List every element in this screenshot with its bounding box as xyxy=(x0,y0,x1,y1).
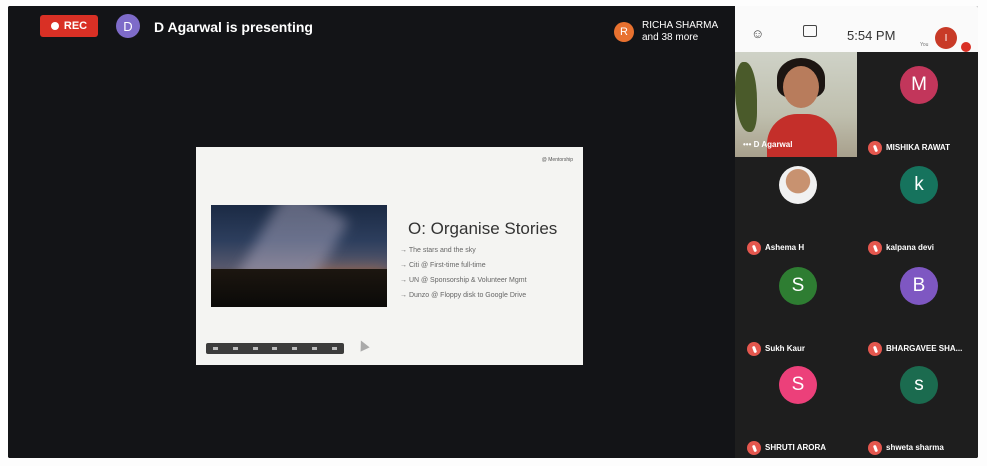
zoom-icon[interactable] xyxy=(311,347,317,350)
slide-image xyxy=(211,205,387,307)
slide-title: O: Organise Stories xyxy=(408,219,558,238)
participant-name: MISHIKA RAWAT xyxy=(886,143,950,152)
chat-icon[interactable] xyxy=(803,25,817,37)
clock: 5:54 PM xyxy=(847,28,896,43)
avatar: S xyxy=(779,267,817,305)
participant-more: and 38 more xyxy=(642,32,699,43)
slide-toolbar[interactable] xyxy=(206,343,344,354)
avatar: B xyxy=(900,267,938,305)
participant-tile[interactable]: B BHARGAVEE SHA... xyxy=(859,259,978,359)
participant-avatar[interactable]: R xyxy=(614,22,634,42)
mic-off-icon xyxy=(868,441,882,455)
recording-badge: REC xyxy=(40,15,98,37)
presenter-avatar: D xyxy=(116,14,140,38)
record-dot-icon xyxy=(50,22,59,30)
avatar: M xyxy=(900,66,938,104)
plant xyxy=(735,62,757,132)
meeting-screen: REC D D Agarwal is presenting R RICHA SH… xyxy=(8,6,978,458)
avatar: S xyxy=(779,366,817,404)
pen-icon[interactable] xyxy=(252,347,258,350)
presenting-label: D Agarwal is presenting xyxy=(154,19,313,35)
prev-slide-icon[interactable] xyxy=(213,347,219,350)
mic-off-icon xyxy=(868,141,882,155)
participant-tile[interactable]: S SHRUTI ARORA xyxy=(738,358,858,458)
slide-brand: @ Mentorship xyxy=(541,157,573,163)
mic-off-icon xyxy=(868,241,882,255)
avatar: s xyxy=(900,366,938,404)
participant-tile[interactable]: s shweta sharma xyxy=(859,358,978,458)
mouse-cursor-icon xyxy=(356,338,370,352)
slide-bullet: → Citi @ First-time full-time xyxy=(400,262,486,269)
recording-label: REC xyxy=(63,20,88,32)
mic-off-icon xyxy=(747,241,761,255)
mic-off-icon xyxy=(868,342,882,356)
self-avatar[interactable]: I xyxy=(935,27,957,49)
shoulders xyxy=(767,114,837,157)
participant-name: Sukh Kaur xyxy=(765,344,806,353)
more-options-icon[interactable] xyxy=(331,347,337,350)
top-bar: REC D D Agarwal is presenting R RICHA SH… xyxy=(8,6,735,52)
participant-name: SHRUTI ARORA xyxy=(765,443,827,452)
avatar xyxy=(779,166,817,204)
mic-off-icon xyxy=(747,441,761,455)
next-slide-icon[interactable] xyxy=(233,347,239,350)
participants-summary[interactable]: RICHA SHARMA and 38 more xyxy=(642,20,718,44)
participant-name: Ashema H xyxy=(765,243,805,252)
participant-name: shweta sharma xyxy=(886,443,944,452)
shared-slide: @ Mentorship O: Organise Stories → The s… xyxy=(196,147,583,365)
face xyxy=(783,66,819,108)
call-controls: ☺ 5:54 PM You I xyxy=(735,6,978,52)
participant-tile[interactable]: S Sukh Kaur xyxy=(738,259,858,359)
eraser-icon[interactable] xyxy=(292,347,298,350)
participant-tile[interactable]: Ashema H xyxy=(738,158,858,258)
notification-badge-icon xyxy=(961,42,971,52)
participant-name: BHARGAVEE SHA... xyxy=(886,344,963,353)
slide-bullet: → Dunzo @ Floppy disk to Google Drive xyxy=(400,292,527,299)
people-icon[interactable]: ☺ xyxy=(751,26,764,41)
participants-panel: ☺ 5:54 PM You I ••• D Agarwal M MISHIKA … xyxy=(735,6,978,458)
participant-name: RICHA SHARMA xyxy=(642,20,719,31)
presentation-stage: REC D D Agarwal is presenting R RICHA SH… xyxy=(8,6,735,458)
slide-bullet: → UN @ Sponsorship & Volunteer Mgmt xyxy=(400,277,527,284)
featured-name: ••• D Agarwal xyxy=(743,140,793,149)
slide-bullet: → The stars and the sky xyxy=(400,247,476,254)
participant-tile[interactable]: M MISHIKA RAWAT xyxy=(859,58,978,158)
mic-off-icon xyxy=(747,342,761,356)
participant-tile[interactable]: k kalpana devi xyxy=(859,158,978,258)
slide-bullets: → The stars and the sky → Citi @ First-t… xyxy=(400,243,527,303)
avatar: k xyxy=(900,166,938,204)
highlighter-icon[interactable] xyxy=(272,347,278,350)
tree-silhouette xyxy=(211,269,387,307)
self-label: You xyxy=(920,42,929,48)
participant-name: kalpana devi xyxy=(886,243,935,252)
